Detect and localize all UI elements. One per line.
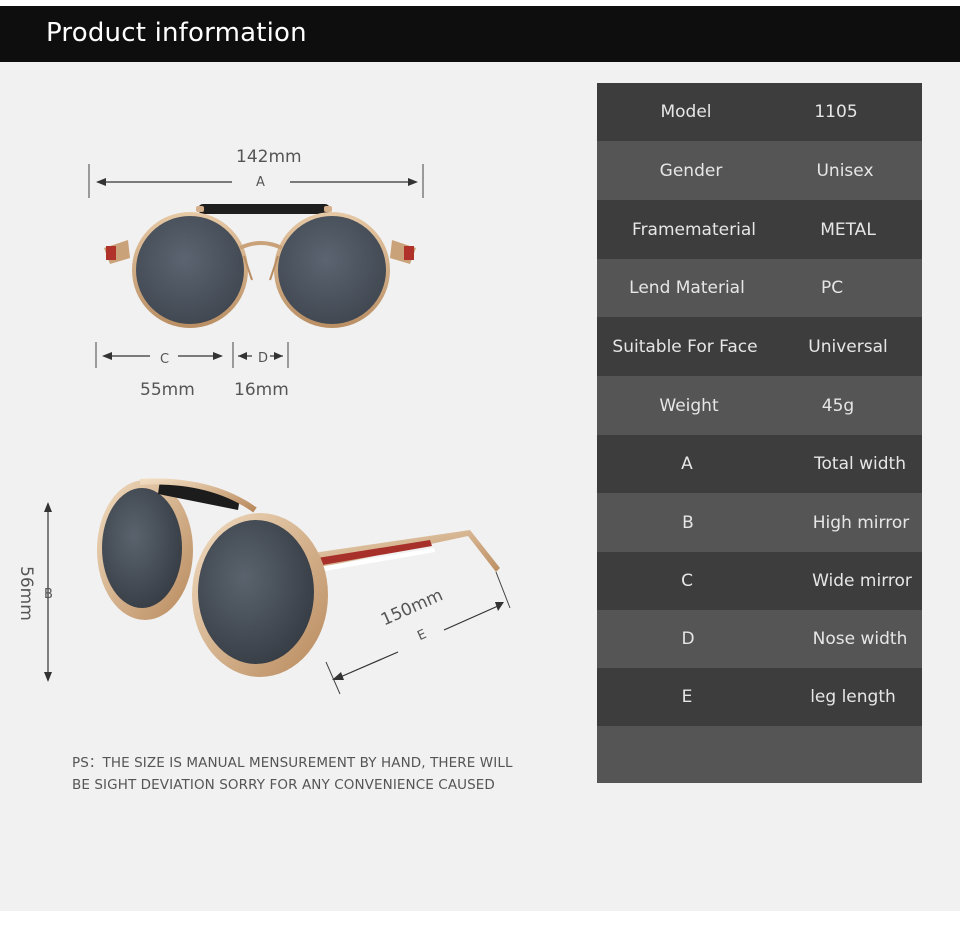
page-title: Product information [46, 18, 307, 48]
spec-value: Wide mirror [812, 571, 912, 591]
spec-value: 45g [821, 395, 855, 416]
spec-row: E leg length [597, 668, 922, 726]
page-header: Product information [0, 6, 960, 62]
spec-row: Suitable For Face Universal [597, 317, 922, 376]
spec-label: D [681, 629, 695, 649]
spec-label: Model [660, 102, 712, 122]
spec-row: Model 1105 [597, 83, 922, 141]
spec-value: 1105 [814, 102, 858, 122]
spec-label: Gender [659, 160, 723, 181]
spec-row: A Total width [597, 435, 922, 493]
spec-label: Lend Material [629, 278, 745, 298]
spec-value: leg length [810, 687, 896, 707]
spec-label: B [682, 512, 694, 533]
spec-table: Model 1105 Gender Unisex Framematerial M… [597, 83, 922, 783]
spec-value: Nose width [812, 629, 908, 649]
spec-label: C [681, 571, 693, 591]
front-glasses-illustration [88, 164, 424, 368]
spec-row: Gender Unisex [597, 141, 922, 200]
spec-label: Framematerial [632, 219, 756, 240]
spec-label: Weight [659, 395, 719, 416]
spec-row: C Wide mirror [597, 552, 922, 610]
spec-label: E [681, 687, 693, 707]
spec-value: Universal [808, 336, 888, 357]
measurement-note: PS：THE SIZE IS MANUAL MENSUREMENT BY HAN… [72, 752, 542, 796]
lens-width-value: 55mm [140, 380, 195, 400]
height-value: 56mm [16, 566, 36, 621]
bottom-strip [0, 911, 960, 931]
spec-label: Suitable For Face [612, 336, 758, 357]
note-line-1: PS：THE SIZE IS MANUAL MENSUREMENT BY HAN… [72, 755, 513, 771]
height-letter: B [44, 587, 53, 602]
spec-row-empty [597, 726, 922, 783]
note-line-2: BE SIGHT DEVIATION SORRY FOR ANY CONVENI… [72, 777, 495, 793]
spec-row: Framematerial METAL [597, 200, 922, 259]
spec-value: Total width [814, 454, 906, 474]
spec-value: METAL [820, 219, 876, 240]
nose-width-value: 16mm [234, 380, 289, 400]
side-glasses-illustration [44, 478, 511, 695]
spec-row: Weight 45g [597, 376, 922, 435]
spec-row: B High mirror [597, 493, 922, 552]
spec-row: D Nose width [597, 610, 922, 668]
spec-value: High mirror [812, 512, 910, 533]
spec-label: A [681, 454, 693, 474]
spec-row: Lend Material PC [597, 259, 922, 317]
spec-value: Unisex [816, 160, 874, 181]
spec-value: PC [820, 278, 844, 298]
